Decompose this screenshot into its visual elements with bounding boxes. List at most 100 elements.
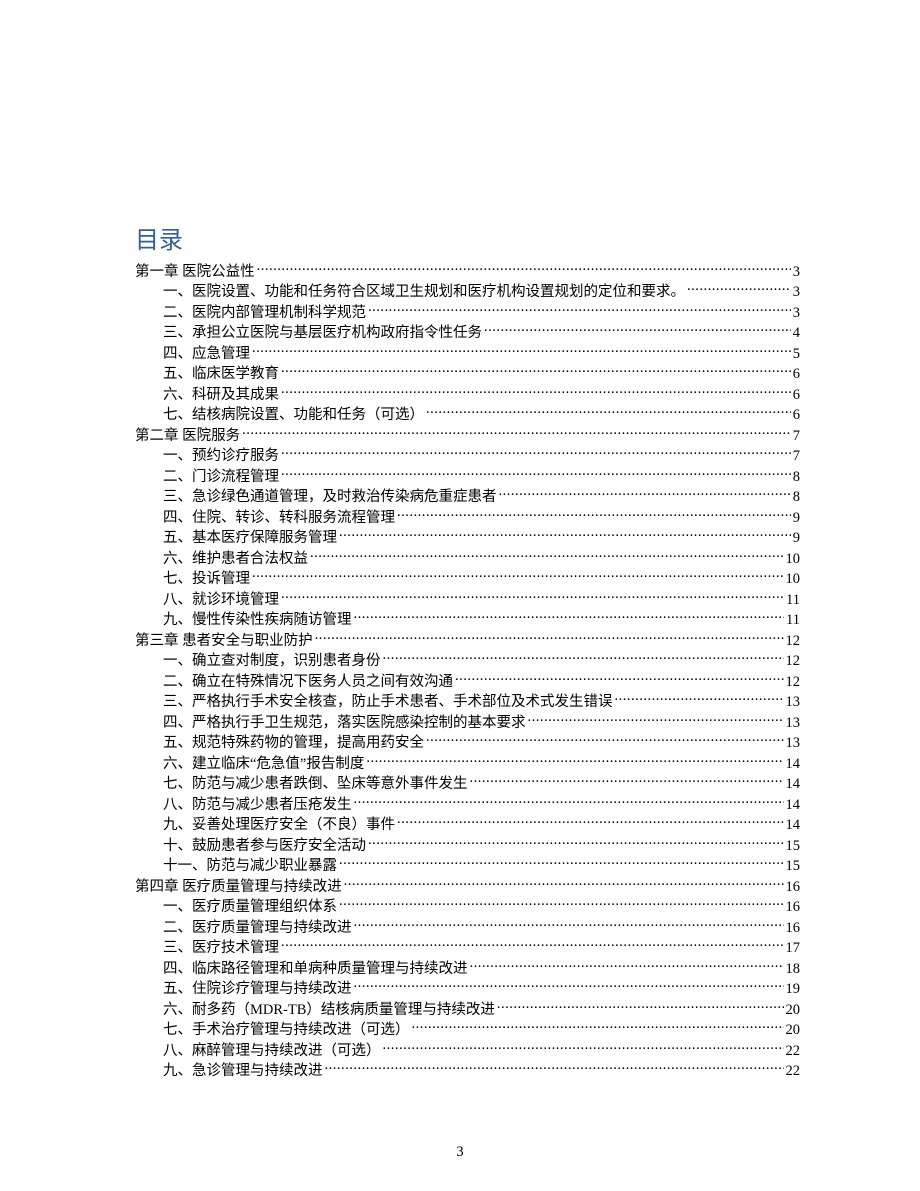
toc-leader: [257, 261, 791, 276]
toc-entry[interactable]: 九、妥善处理医疗安全（不良）事件14: [135, 815, 800, 836]
toc-entry-text: 三、急诊绿色通道管理，及时救治传染病危重症患者: [163, 487, 497, 507]
toc-entry[interactable]: 四、住院、转诊、转科服务流程管理9: [135, 507, 800, 528]
toc-entry-page: 7: [793, 446, 800, 466]
toc-entry[interactable]: 第一章 医院公益性3: [135, 261, 800, 282]
toc-leader: [252, 343, 791, 358]
toc-entry-text: 七、手术治疗管理与持续改进（可选）: [163, 1020, 410, 1040]
toc-entry[interactable]: 四、应急管理5: [135, 343, 800, 364]
toc-entry[interactable]: 六、科研及其成果6: [135, 384, 800, 405]
toc-leader: [310, 548, 784, 563]
toc-entry[interactable]: 二、门诊流程管理8: [135, 466, 800, 487]
toc-entry-page: 15: [786, 836, 801, 856]
toc-entry[interactable]: 五、临床医学教育6: [135, 364, 800, 385]
toc-entry[interactable]: 一、确立查对制度，识别患者身份12: [135, 651, 800, 672]
toc-entry-text: 十一、防范与减少职业暴露: [163, 856, 337, 876]
toc-leader: [252, 569, 784, 584]
toc-entry[interactable]: 四、临床路径管理和单病种质量管理与持续改进18: [135, 958, 800, 979]
toc-entry-text: 五、规范特殊药物的管理，提高用药安全: [163, 733, 424, 753]
toc-entry-page: 12: [786, 631, 801, 651]
toc-entry-text: 七、防范与减少患者跌倒、坠床等意外事件发生: [163, 774, 468, 794]
toc-leader: [397, 815, 784, 830]
toc-entry-page: 3: [793, 303, 800, 323]
toc-entry-page: 17: [786, 938, 801, 958]
toc-leader: [397, 507, 791, 522]
toc-entry[interactable]: 第三章 患者安全与职业防护 12: [135, 630, 800, 651]
toc-leader: [325, 1061, 784, 1076]
toc-entry[interactable]: 七、结核病院设置、功能和任务（可选）6: [135, 405, 800, 426]
toc-entry[interactable]: 五、规范特殊药物的管理，提高用药安全13: [135, 733, 800, 754]
toc-entry[interactable]: 四、严格执行手卫生规范，落实医院感染控制的基本要求 13: [135, 712, 800, 733]
toc-entry-text: 六、维护患者合法权益: [163, 549, 308, 569]
toc-title: 目录: [135, 220, 800, 255]
toc-entry-page: 9: [793, 508, 800, 528]
toc-leader: [242, 425, 791, 440]
toc-entry[interactable]: 二、确立在特殊情况下医务人员之间有效沟通12: [135, 671, 800, 692]
toc-leader: [281, 446, 791, 461]
toc-entry-page: 13: [786, 692, 801, 712]
toc-entry[interactable]: 二、医疗质量管理与持续改进16: [135, 917, 800, 938]
toc-leader: [281, 589, 784, 604]
toc-entry[interactable]: 八、麻醉管理与持续改进（可选） 22: [135, 1040, 800, 1061]
toc-entry[interactable]: 一、医疗质量管理组织体系16: [135, 897, 800, 918]
toc-leader: [615, 692, 784, 707]
toc-entry[interactable]: 二、医院内部管理机制科学规范3: [135, 302, 800, 323]
toc-entry[interactable]: 第二章 医院服务7: [135, 425, 800, 446]
toc-entry-text: 四、应急管理: [163, 344, 250, 364]
toc-entry[interactable]: 八、防范与减少患者压疮发生14: [135, 794, 800, 815]
toc-entry-page: 16: [786, 918, 801, 938]
toc-entry-text: 七、投诉管理: [163, 569, 250, 589]
toc-entry-text: 四、严格执行手卫生规范，落实医院感染控制的基本要求: [163, 713, 526, 733]
toc-entry[interactable]: 七、投诉管理10: [135, 569, 800, 590]
toc-entry-text: 三、医疗技术管理: [163, 938, 279, 958]
toc-entry-text: 八、就诊环境管理: [163, 590, 279, 610]
toc-entry-page: 13: [786, 713, 801, 733]
toc-entry[interactable]: 第四章 医疗质量管理与持续改进 16: [135, 876, 800, 897]
toc-entry[interactable]: 三、承担公立医院与基层医疗机构政府指令性任务4: [135, 323, 800, 344]
toc-leader: [497, 999, 784, 1014]
toc-entry[interactable]: 五、住院诊疗管理与持续改进19: [135, 979, 800, 1000]
toc-entry-page: 12: [786, 651, 801, 671]
toc-entry-text: 五、临床医学教育: [163, 364, 279, 384]
toc-entry-page: 7: [793, 426, 800, 446]
toc-leader: [484, 323, 791, 338]
toc-entry-text: 第三章 患者安全与职业防护: [135, 631, 313, 651]
toc-entry[interactable]: 三、医疗技术管理 17: [135, 938, 800, 959]
toc-entry-text: 第一章 医院公益性: [135, 262, 255, 282]
toc-entry-text: 八、麻醉管理与持续改进（可选）: [163, 1041, 381, 1061]
toc-leader: [470, 958, 784, 973]
toc-entry-text: 一、预约诊疗服务: [163, 446, 279, 466]
toc-entry[interactable]: 八、就诊环境管理11: [135, 589, 800, 610]
toc-entry[interactable]: 五、基本医疗保障服务管理9: [135, 528, 800, 549]
toc-entry-text: 六、耐多药（MDR-TB）结核病质量管理与持续改进: [163, 1000, 495, 1020]
toc-leader: [315, 630, 784, 645]
toc-entry-page: 9: [793, 528, 800, 548]
toc-entry[interactable]: 三、严格执行手术安全核查，防止手术患者、手术部位及术式发生错误13: [135, 692, 800, 713]
toc-entry-page: 16: [786, 877, 801, 897]
toc-entry[interactable]: 九、慢性传染性疾病随访管理11: [135, 610, 800, 631]
toc-entry[interactable]: 六、耐多药（MDR-TB）结核病质量管理与持续改进20: [135, 999, 800, 1020]
toc-entry[interactable]: 七、手术治疗管理与持续改进（可选） 20: [135, 1020, 800, 1041]
toc-entry[interactable]: 十一、防范与减少职业暴露15: [135, 856, 800, 877]
toc-entry-text: 三、承担公立医院与基层医疗机构政府指令性任务: [163, 323, 482, 343]
toc-entry[interactable]: 六、建立临床“危急值”报告制度 14: [135, 753, 800, 774]
toc-leader: [499, 487, 791, 502]
toc-entry-page: 14: [786, 754, 801, 774]
toc-entry[interactable]: 七、防范与减少患者跌倒、坠床等意外事件发生14: [135, 774, 800, 795]
toc-entry-text: 四、临床路径管理和单病种质量管理与持续改进: [163, 959, 468, 979]
toc-leader: [281, 466, 791, 481]
toc-entry[interactable]: 十、鼓励患者参与医疗安全活动15: [135, 835, 800, 856]
toc-entry[interactable]: 一、医院设置、功能和任务符合区域卫生规划和医疗机构设置规划的定位和要求。 3: [135, 282, 800, 303]
toc-leader: [528, 712, 784, 727]
toc-entry[interactable]: 六、维护患者合法权益10: [135, 548, 800, 569]
toc-entry-text: 九、妥善处理医疗安全（不良）事件: [163, 815, 395, 835]
toc-entry[interactable]: 九、急诊管理与持续改进22: [135, 1061, 800, 1082]
toc-entry[interactable]: 三、急诊绿色通道管理，及时救治传染病危重症患者8: [135, 487, 800, 508]
toc-leader: [339, 528, 791, 543]
page-number: 3: [0, 1144, 920, 1161]
toc-entry-text: 六、建立临床“危急值”报告制度: [163, 754, 364, 774]
toc-leader: [354, 917, 784, 932]
toc-leader: [383, 651, 784, 666]
toc-leader: [426, 405, 791, 420]
toc-entry-text: 第四章 医疗质量管理与持续改进: [135, 877, 342, 897]
toc-entry[interactable]: 一、预约诊疗服务 7: [135, 446, 800, 467]
